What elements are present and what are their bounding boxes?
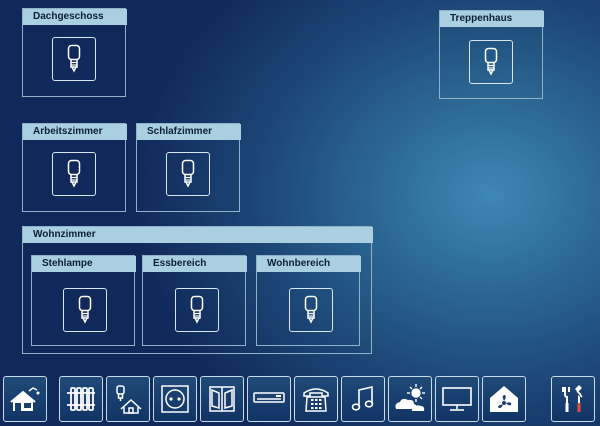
bulb-icon <box>67 159 81 188</box>
light-button-stehlampe[interactable] <box>63 288 107 332</box>
toolbar-button-blinds[interactable] <box>200 376 244 422</box>
room-panel-stehlampe: Stehlampe <box>31 255 136 346</box>
tools-icon <box>562 385 583 412</box>
window-blinds-icon <box>209 386 235 412</box>
light-button-essbereich[interactable] <box>175 288 219 332</box>
room-panel-treppenhaus: Treppenhaus <box>439 10 544 99</box>
toolbar-button-ventilation[interactable] <box>482 376 526 422</box>
room-panel-schlafzimmer: Schlafzimmer <box>136 123 241 212</box>
bulb-icon <box>67 44 81 73</box>
room-title-wohnzimmer: Wohnzimmer <box>23 227 373 243</box>
room-panel-wohnbereich: Wohnbereich <box>256 255 361 346</box>
toolbar-button-media[interactable] <box>435 376 479 422</box>
room-panel-essbereich: Essbereich <box>142 255 247 346</box>
air-conditioner-icon <box>253 392 285 403</box>
telephone-icon <box>303 388 329 412</box>
light-button-schlafzimmer[interactable] <box>166 152 210 196</box>
house-fan-icon <box>490 386 518 412</box>
house-overview-icon <box>10 387 40 411</box>
room-panel-dachgeschoss: Dachgeschoss <box>22 8 127 97</box>
toolbar-button-phone[interactable] <box>294 376 338 422</box>
toolbar-button-settings[interactable] <box>551 376 595 422</box>
light-button-arbeitszimmer[interactable] <box>52 152 96 196</box>
toolbar-button-weather[interactable] <box>388 376 432 422</box>
bulb-icon <box>78 295 92 324</box>
monitor-icon <box>442 387 472 411</box>
toolbar-button-lighting[interactable] <box>106 376 150 422</box>
light-button-dachgeschoss[interactable] <box>52 37 96 81</box>
bulb-icon <box>484 47 498 76</box>
toolbar-button-climate[interactable] <box>247 376 291 422</box>
room-title-arbeitszimmer: Arbeitszimmer <box>23 124 127 140</box>
room-title-dachgeschoss: Dachgeschoss <box>23 9 127 25</box>
power-socket-icon <box>161 385 189 413</box>
room-title-wohnbereich: Wohnbereich <box>257 256 361 272</box>
bulb-icon <box>181 159 195 188</box>
bulb-icon <box>190 295 204 324</box>
room-title-stehlampe: Stehlampe <box>32 256 136 272</box>
room-title-treppenhaus: Treppenhaus <box>440 11 544 27</box>
music-note-icon <box>351 385 374 411</box>
toolbar-button-house-overview[interactable] <box>3 376 47 422</box>
room-title-schlafzimmer: Schlafzimmer <box>137 124 241 140</box>
weather-icon <box>395 384 425 411</box>
room-title-essbereich: Essbereich <box>143 256 247 272</box>
toolbar-button-sockets[interactable] <box>153 376 197 422</box>
lamp-house-icon <box>116 385 142 414</box>
light-button-wohnbereich[interactable] <box>289 288 333 332</box>
toolbar-button-music[interactable] <box>341 376 385 422</box>
room-panel-arbeitszimmer: Arbeitszimmer <box>22 123 127 212</box>
toolbar-button-heating[interactable] <box>59 376 103 422</box>
bulb-icon <box>304 295 318 324</box>
light-button-treppenhaus[interactable] <box>469 40 513 84</box>
radiator-icon <box>67 387 95 411</box>
